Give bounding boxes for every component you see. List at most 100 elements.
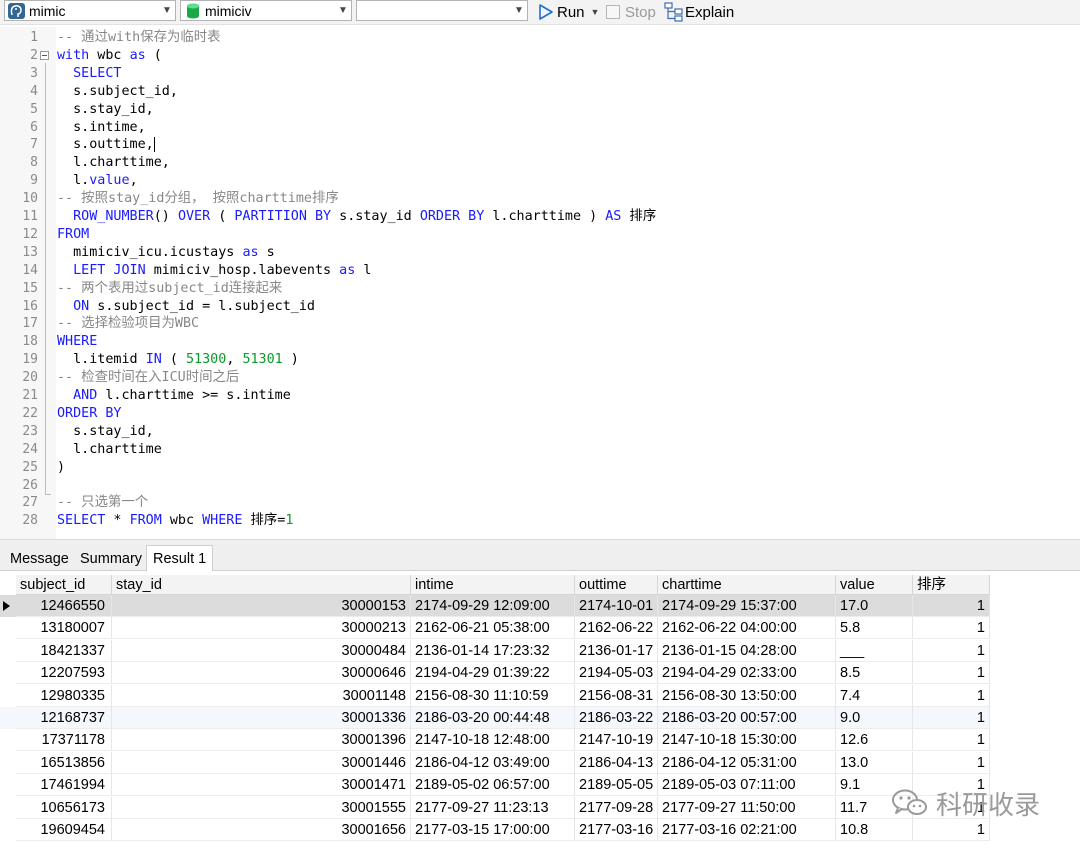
code-line[interactable]: 26 (0, 477, 1080, 495)
table-cell[interactable]: 30001555 (112, 796, 411, 819)
table-row[interactable]: 10656173 30001555 2177-09-27 11:23:13 2177-… (0, 796, 990, 819)
table-row[interactable]: 17461994 30001471 2189-05-02 06:57:00 2189-… (0, 774, 990, 797)
code-line[interactable]: 20 -- 检查时间在入ICU时间之后 (0, 369, 1080, 387)
code-line[interactable]: 22 ORDER BY (0, 405, 1080, 423)
table-cell[interactable]: 2186-04-12 05:31:00 (658, 751, 836, 774)
code-line[interactable]: 8 l.charttime, (0, 154, 1080, 172)
table-cell[interactable]: 2174-09-29 15:37:00 (658, 595, 836, 617)
table-cell[interactable]: 1 (913, 595, 990, 617)
table-cell[interactable]: 2177-03-16 (575, 819, 658, 841)
tab-summary[interactable]: Summary (74, 547, 148, 570)
code-line[interactable]: 21 AND l.charttime >= s.intime (0, 387, 1080, 405)
table-cell[interactable]: 1 (913, 819, 990, 841)
column-header[interactable]: charttime (658, 575, 836, 595)
code-line[interactable]: 28 SELECT * FROM wbc WHERE 排序=1 (0, 512, 1080, 530)
table-cell[interactable]: 2194-04-29 02:33:00 (658, 662, 836, 685)
table-cell[interactable]: 12207593 (16, 662, 112, 685)
table-cell[interactable]: 30001396 (112, 729, 411, 752)
table-cell[interactable]: 2189-05-02 06:57:00 (411, 774, 575, 797)
table-cell[interactable]: 17461994 (16, 774, 112, 797)
code-line[interactable]: 2 with wbc as ( (0, 47, 1080, 65)
database-select[interactable]: mimiciv ▼ (180, 0, 352, 21)
table-cell[interactable]: 9.0 (836, 707, 913, 729)
table-cell[interactable]: 2177-03-15 17:00:00 (411, 819, 575, 841)
table-cell[interactable]: 2189-05-05 (575, 774, 658, 797)
table-cell[interactable]: 2177-09-27 11:23:13 (411, 796, 575, 819)
table-cell[interactable]: 2174-10-01 (575, 595, 658, 617)
code-line[interactable]: 3 SELECT (0, 65, 1080, 83)
code-line[interactable]: 23 s.stay_id, (0, 423, 1080, 441)
table-cell[interactable]: 2136-01-14 17:23:32 (411, 639, 575, 662)
table-cell[interactable]: 13180007 (16, 617, 112, 640)
code-line[interactable]: 1 -- 通过with保存为临时表 (0, 29, 1080, 47)
stop-button[interactable]: Stop (606, 2, 656, 22)
code-line[interactable]: 12 FROM (0, 226, 1080, 244)
table-cell[interactable]: 2177-09-27 11:50:00 (658, 796, 836, 819)
table-cell[interactable]: 1 (913, 617, 990, 640)
explain-button[interactable]: Explain (664, 2, 734, 22)
table-row[interactable]: 16513856 30001446 2186-04-12 03:49:00 2186-… (0, 751, 990, 774)
table-cell[interactable]: 19609454 (16, 819, 112, 841)
schema-select[interactable]: ▼ (356, 0, 528, 21)
table-row[interactable]: 12980335 30001148 2156-08-30 11:10:59 2156-… (0, 684, 990, 707)
code-line[interactable]: 10 -- 按照stay_id分组， 按照charttime排序 (0, 190, 1080, 208)
table-cell[interactable]: 12980335 (16, 684, 112, 707)
code-line[interactable]: 25) (0, 459, 1080, 477)
table-row[interactable]: 19609454 30001656 2177-03-15 17:00:00 2177-… (0, 819, 990, 841)
table-cell[interactable]: 2156-08-30 13:50:00 (658, 684, 836, 707)
table-cell[interactable]: 2147-10-18 12:48:00 (411, 729, 575, 752)
table-cell[interactable]: 2186-03-22 (575, 707, 658, 729)
table-cell[interactable]: 18421337 (16, 639, 112, 662)
table-cell[interactable]: 2194-05-03 (575, 662, 658, 685)
code-line[interactable]: 27 -- 只选第一个 (0, 494, 1080, 512)
table-row[interactable]: 12207593 30000646 2194-04-29 01:39:22 2194-… (0, 662, 990, 685)
table-cell[interactable]: 2147-10-18 15:30:00 (658, 729, 836, 752)
table-cell[interactable]: 30000484 (112, 639, 411, 662)
table-row[interactable]: 13180007 30000213 2162-06-21 05:38:00 2162-… (0, 617, 990, 640)
table-cell[interactable]: 2136-01-15 04:28:00 (658, 639, 836, 662)
table-cell[interactable]: 2194-04-29 01:39:22 (411, 662, 575, 685)
table-cell[interactable]: 1 (913, 751, 990, 774)
code-line[interactable]: 24 l.charttime (0, 441, 1080, 459)
table-cell[interactable]: 2136-01-17 (575, 639, 658, 662)
table-cell[interactable]: 30001336 (112, 707, 411, 729)
code-line[interactable]: 9 l.value, (0, 172, 1080, 190)
column-header[interactable]: intime (411, 575, 575, 595)
fold-toggle-icon[interactable] (40, 50, 49, 60)
code-line[interactable]: 16 ON s.subject_id = l.subject_id (0, 298, 1080, 316)
table-cell[interactable]: 2177-09-28 (575, 796, 658, 819)
table-cell[interactable]: 12466550 (16, 595, 112, 617)
table-cell[interactable]: 1 (913, 684, 990, 707)
table-cell[interactable]: 1 (913, 707, 990, 729)
connection-select[interactable]: mimic ▼ (4, 0, 176, 21)
table-cell[interactable]: 1 (913, 639, 990, 662)
table-cell[interactable]: 10.8 (836, 819, 913, 841)
table-cell[interactable]: 7.4 (836, 684, 913, 707)
column-header[interactable]: outtime (575, 575, 658, 595)
table-cell[interactable]: 2162-06-21 05:38:00 (411, 617, 575, 640)
table-cell[interactable]: 30000153 (112, 595, 411, 617)
table-cell[interactable]: 16513856 (16, 751, 112, 774)
table-cell[interactable]: 2177-03-16 02:21:00 (658, 819, 836, 841)
code-line[interactable]: 15 -- 两个表用过subject_id连接起来 (0, 280, 1080, 298)
table-cell[interactable]: 2156-08-30 11:10:59 (411, 684, 575, 707)
sql-editor[interactable]: 1 -- 通过with保存为临时表 2 with wbc as (3 SELECT 4 … (0, 27, 1080, 539)
table-row[interactable]: 12168737 30001336 2186-03-20 00:44:48 2186-… (0, 707, 990, 729)
code-line[interactable]: 6 s.intime, (0, 119, 1080, 137)
code-line[interactable]: 11 ROW_NUMBER() OVER ( PARTITION BY s.st… (0, 208, 1080, 226)
table-cell[interactable]: ___ (836, 639, 913, 662)
table-cell[interactable]: 30001148 (112, 684, 411, 707)
table-cell[interactable]: 12.6 (836, 729, 913, 752)
code-line[interactable]: 4 s.subject_id, (0, 83, 1080, 101)
table-cell[interactable]: 13.0 (836, 751, 913, 774)
tab-message[interactable]: Message (4, 547, 75, 570)
table-cell[interactable]: 17.0 (836, 595, 913, 617)
table-cell[interactable]: 12168737 (16, 707, 112, 729)
table-cell[interactable]: 1 (913, 662, 990, 685)
table-cell[interactable]: 30000213 (112, 617, 411, 640)
table-cell[interactable]: 2174-09-29 12:09:00 (411, 595, 575, 617)
table-row[interactable]: 12466550 30000153 2174-09-29 12:09:00 2174-… (0, 595, 990, 617)
table-cell[interactable]: 2189-05-03 07:11:00 (658, 774, 836, 797)
table-cell[interactable]: 2162-06-22 04:00:00 (658, 617, 836, 640)
table-cell[interactable]: 2186-03-20 00:44:48 (411, 707, 575, 729)
